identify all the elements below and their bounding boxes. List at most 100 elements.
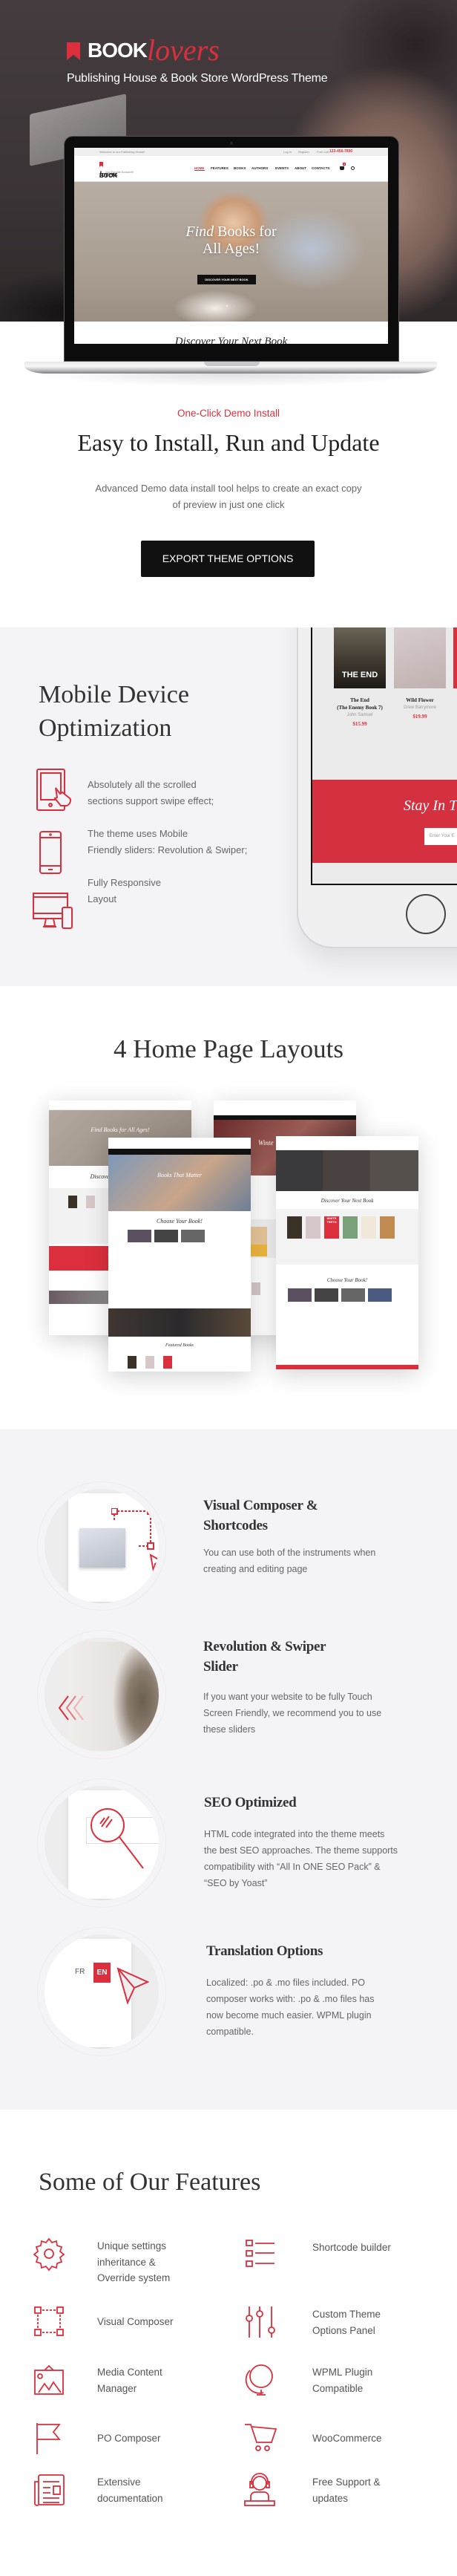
logo-lovers: lovers xyxy=(147,33,220,67)
book-title: (The Enemy Book 7) xyxy=(337,705,383,711)
feature-item: WPML Plugin Compatible xyxy=(312,2364,372,2396)
topbar-welcome: Welcome to our Publishing House! xyxy=(99,150,145,154)
feature-label: inheritance & xyxy=(97,2256,156,2268)
book-cover-title: THE END xyxy=(341,671,378,679)
slide-title-italic: Find xyxy=(185,224,214,240)
book-title: Wild Flower xyxy=(406,697,434,703)
feature-item: Free Support & updates xyxy=(312,2474,381,2506)
bullet-line: The theme uses Mobile xyxy=(88,828,188,839)
highlight-visual-composer: Visual Composer & Shortcodes You can use … xyxy=(203,1496,375,1577)
feature-item: Unique settings inheritance & Override sys… xyxy=(97,2238,170,2286)
feature-label: PO Composer xyxy=(97,2433,161,2444)
book-info[interactable]: The End (The Enemy Book 7) John Samuel $… xyxy=(330,697,389,728)
cart-icon xyxy=(243,2422,277,2456)
tablet-touch-icon xyxy=(36,769,73,812)
highlight-title: Shortcodes xyxy=(203,1518,268,1533)
email-input[interactable]: Enter Your E xyxy=(424,828,457,845)
demo-kicker: One-Click Demo Install xyxy=(177,408,280,419)
mobile-bullet: The theme uses Mobile Friendly sliders: R… xyxy=(88,826,247,858)
highlight-desc: Screen Friendly, we recommend you to use xyxy=(203,1708,382,1718)
lang-en-option[interactable]: EN xyxy=(93,1963,111,1983)
demo-desc-line: of preview in just one click xyxy=(172,499,285,510)
site-logo[interactable]: BOOK lovers xyxy=(99,162,117,179)
highlight-desc: compatibility with “All In ONE SEO Pack”… xyxy=(204,1862,381,1872)
book-info[interactable]: Wild Flower Drew Barrymore $19.99 xyxy=(390,697,450,720)
feature-item: Shortcode builder xyxy=(312,2240,391,2256)
features-title: Some of Our Features xyxy=(39,2168,261,2196)
visual-composer-icon xyxy=(33,2305,67,2339)
site-header: BOOK lovers Your Favorite Bookshelf! HOM… xyxy=(74,156,388,182)
feature-item: Custom Theme Options Panel xyxy=(312,2306,381,2338)
newsletter-title: Stay In T xyxy=(404,798,457,814)
mockup-section-title: Choose Your Book! xyxy=(157,1218,203,1225)
bookmark-icon xyxy=(67,42,80,60)
layout-mockup-2[interactable]: Books That Matter Choose Your Book! Feat… xyxy=(108,1138,251,1372)
export-theme-options-button[interactable]: EXPORT THEME OPTIONS xyxy=(141,541,315,577)
nav-features[interactable]: FEATURES xyxy=(211,166,228,170)
nav-home[interactable]: HOME xyxy=(194,166,205,171)
mockup-section-title: Choose Your Book! xyxy=(326,1277,368,1283)
bullet-line: Absolutely all the scrolled xyxy=(88,779,197,790)
topbar-login-link[interactable]: Log In xyxy=(283,150,292,154)
search-icon[interactable] xyxy=(351,166,355,170)
slide-title-line2: All Ages! xyxy=(202,241,260,257)
phone-screen: THE END The End (The Enemy Book 7) John … xyxy=(311,627,457,885)
resize-handles-icon xyxy=(111,1508,159,1572)
feature-label: Free Support & xyxy=(312,2476,381,2488)
cart-icon[interactable] xyxy=(340,166,344,170)
highlight-title: Visual Composer & xyxy=(203,1498,318,1513)
mockup-section-title: Discover Your Next Book xyxy=(320,1198,374,1204)
nav-books[interactable]: BOOKS xyxy=(234,166,246,170)
laptop-shadow xyxy=(30,374,430,387)
feature-label: Custom Theme xyxy=(312,2309,381,2320)
highlight-desc: HTML code integrated into the theme meet… xyxy=(204,1829,385,1839)
topbar-register-link[interactable]: Register xyxy=(298,150,309,154)
site-tagline: Your Favorite Bookshelf! xyxy=(105,171,134,174)
gear-icon xyxy=(33,2237,67,2272)
highlight-illustration xyxy=(37,1481,166,1611)
highlight-illustration xyxy=(37,1778,166,1908)
lang-fr-option[interactable]: FR xyxy=(75,1968,85,1976)
mobile-title-line: Mobile Device xyxy=(39,681,189,708)
image-frame-icon xyxy=(33,2363,67,2397)
layout-mockup-4[interactable]: Discover Your Next Book WHITE TEETH Choo… xyxy=(276,1136,418,1369)
book-author: John Samuel xyxy=(346,713,373,717)
discover-button[interactable]: DISCOVER YOUR NEXT BOOK xyxy=(197,275,256,284)
highlight-illustration: FR EN xyxy=(37,1927,166,2056)
feature-label: Visual Composer xyxy=(97,2316,174,2327)
bullet-line: Fully Responsive xyxy=(88,877,161,888)
nav-contacts[interactable]: CONTACTS xyxy=(312,166,330,170)
nav-events[interactable]: EVENTS xyxy=(275,166,289,170)
feature-label: documentation xyxy=(97,2492,163,2504)
book-price: $19.99 xyxy=(412,714,427,720)
cart-count-badge: 0 xyxy=(343,163,346,166)
book-cover: THE END xyxy=(334,627,386,688)
layouts-title: 4 Home Page Layouts xyxy=(113,1034,344,1063)
highlight-desc: creating and editing page xyxy=(203,1564,308,1574)
feature-label: updates xyxy=(312,2492,349,2504)
highlight-illustration xyxy=(37,1630,166,1759)
laptop-camera xyxy=(230,142,233,145)
slider-dots[interactable] xyxy=(226,305,235,307)
slide-title: Find Books for All Ages! xyxy=(74,224,388,258)
chevrons-left-icon xyxy=(58,1695,84,1721)
demo-description: Advanced Demo data install tool helps to… xyxy=(0,480,457,513)
nav-about[interactable]: ABOUT xyxy=(295,166,306,170)
hero-subtitle: Publishing House & Book Store WordPress … xyxy=(67,72,328,85)
feature-label: Media Content xyxy=(97,2367,162,2378)
book-price: $15.99 xyxy=(352,721,367,727)
feature-label: WooCommerce xyxy=(312,2433,382,2444)
site-topbar: Welcome to our Publishing House! Log In … xyxy=(74,148,388,156)
laptop-notch xyxy=(204,362,260,366)
book-title: The End xyxy=(350,697,369,703)
bullet-line: Friendly sliders: Revolution & Swiper; xyxy=(88,844,248,855)
feature-item: WooCommerce xyxy=(312,2430,382,2447)
demo-desc-line: Advanced Demo data install tool helps to… xyxy=(95,483,362,494)
feature-label: Extensive xyxy=(97,2476,141,2488)
nav-authors[interactable]: AUTHORS xyxy=(251,166,268,170)
sliders-icon xyxy=(243,2305,277,2339)
mobile-bullet: Fully Responsive Layout xyxy=(88,875,161,907)
highlight-desc: compatible. xyxy=(206,2026,254,2037)
book-cover xyxy=(394,627,446,688)
highlight-desc: You can use both of the instruments when xyxy=(203,1548,376,1558)
